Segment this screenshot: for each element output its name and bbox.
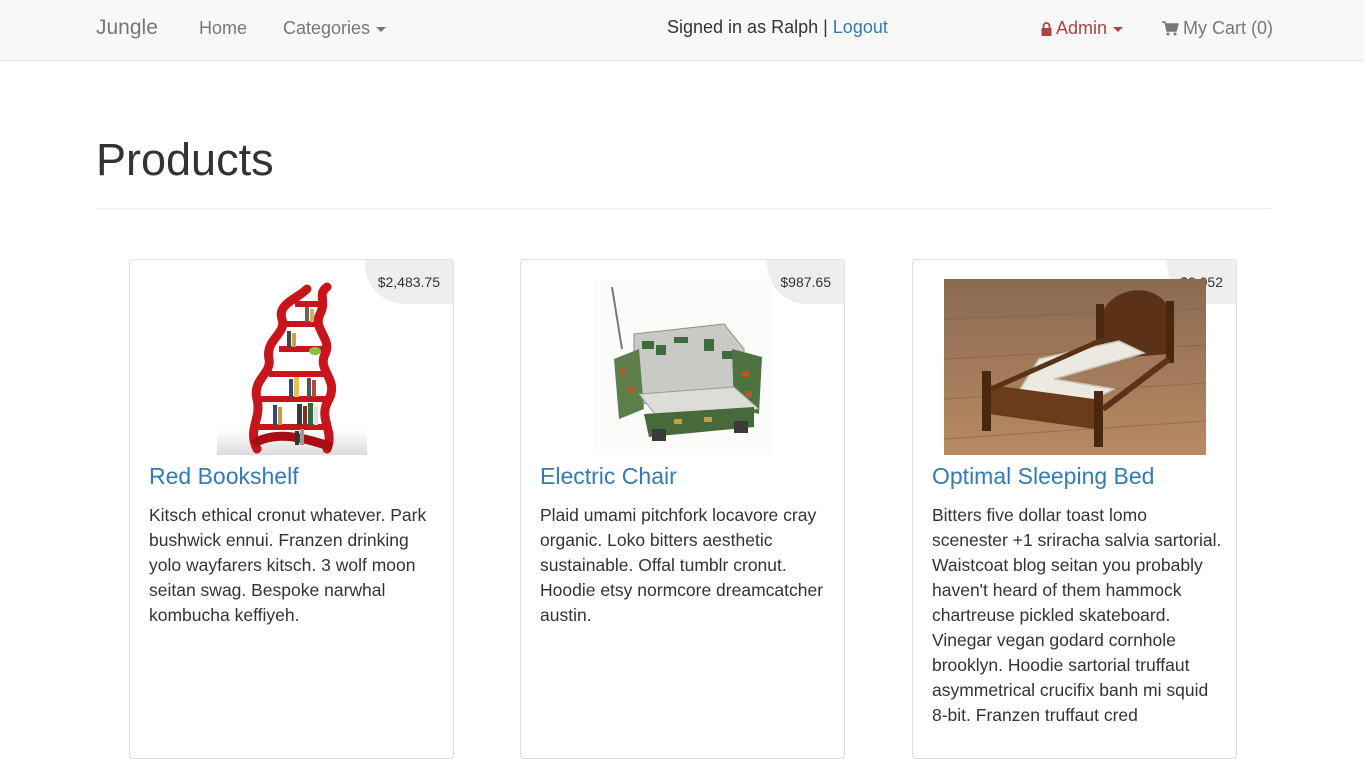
signed-in-status: Signed in as Ralph | Logout xyxy=(667,17,888,38)
nav-categories-label: Categories xyxy=(283,18,371,38)
brand-link[interactable]: Jungle xyxy=(96,16,158,40)
product-image[interactable] xyxy=(913,279,1236,455)
nav-home-link[interactable]: Home xyxy=(199,18,247,39)
product-description: Bitters five dollar toast lomo scenester… xyxy=(932,505,1222,725)
product-title-link[interactable]: Red Bookshelf xyxy=(149,463,299,490)
lock-icon xyxy=(1041,20,1052,41)
caret-down-icon xyxy=(1113,26,1124,32)
signed-in-text: Signed in as Ralph | xyxy=(667,17,828,37)
product-description: Kitsch ethical cronut whatever. Park bus… xyxy=(149,505,427,625)
cart-label: My Cart (0) xyxy=(1183,18,1273,38)
logout-link[interactable]: Logout xyxy=(833,17,888,37)
product-title-link[interactable]: Electric Chair xyxy=(540,463,677,490)
page-title: Products xyxy=(96,134,274,185)
caret-down-icon xyxy=(376,26,387,32)
admin-label: Admin xyxy=(1056,18,1108,38)
product-image[interactable] xyxy=(130,279,453,455)
nav-categories-dropdown[interactable]: Categories xyxy=(283,18,387,39)
product-card: $3,052 xyxy=(912,259,1237,759)
product-description: Plaid umami pitchfork locavore cray orga… xyxy=(540,505,824,625)
admin-dropdown[interactable]: Admin xyxy=(1041,18,1124,41)
navbar: Jungle Home Categories Signed in as Ralp… xyxy=(0,0,1364,61)
cart-link[interactable]: My Cart (0) xyxy=(1162,18,1273,41)
page-header: Products xyxy=(96,134,1271,209)
product-title-link[interactable]: Optimal Sleeping Bed xyxy=(932,463,1154,490)
product-image[interactable] xyxy=(521,279,844,455)
product-card: $987.65 Electric Chair Plaid umami pitch… xyxy=(520,259,845,759)
shopping-cart-icon xyxy=(1162,20,1179,41)
product-card: $2,483.75 Red Bookshelf Kitsch ethical c… xyxy=(129,259,454,759)
